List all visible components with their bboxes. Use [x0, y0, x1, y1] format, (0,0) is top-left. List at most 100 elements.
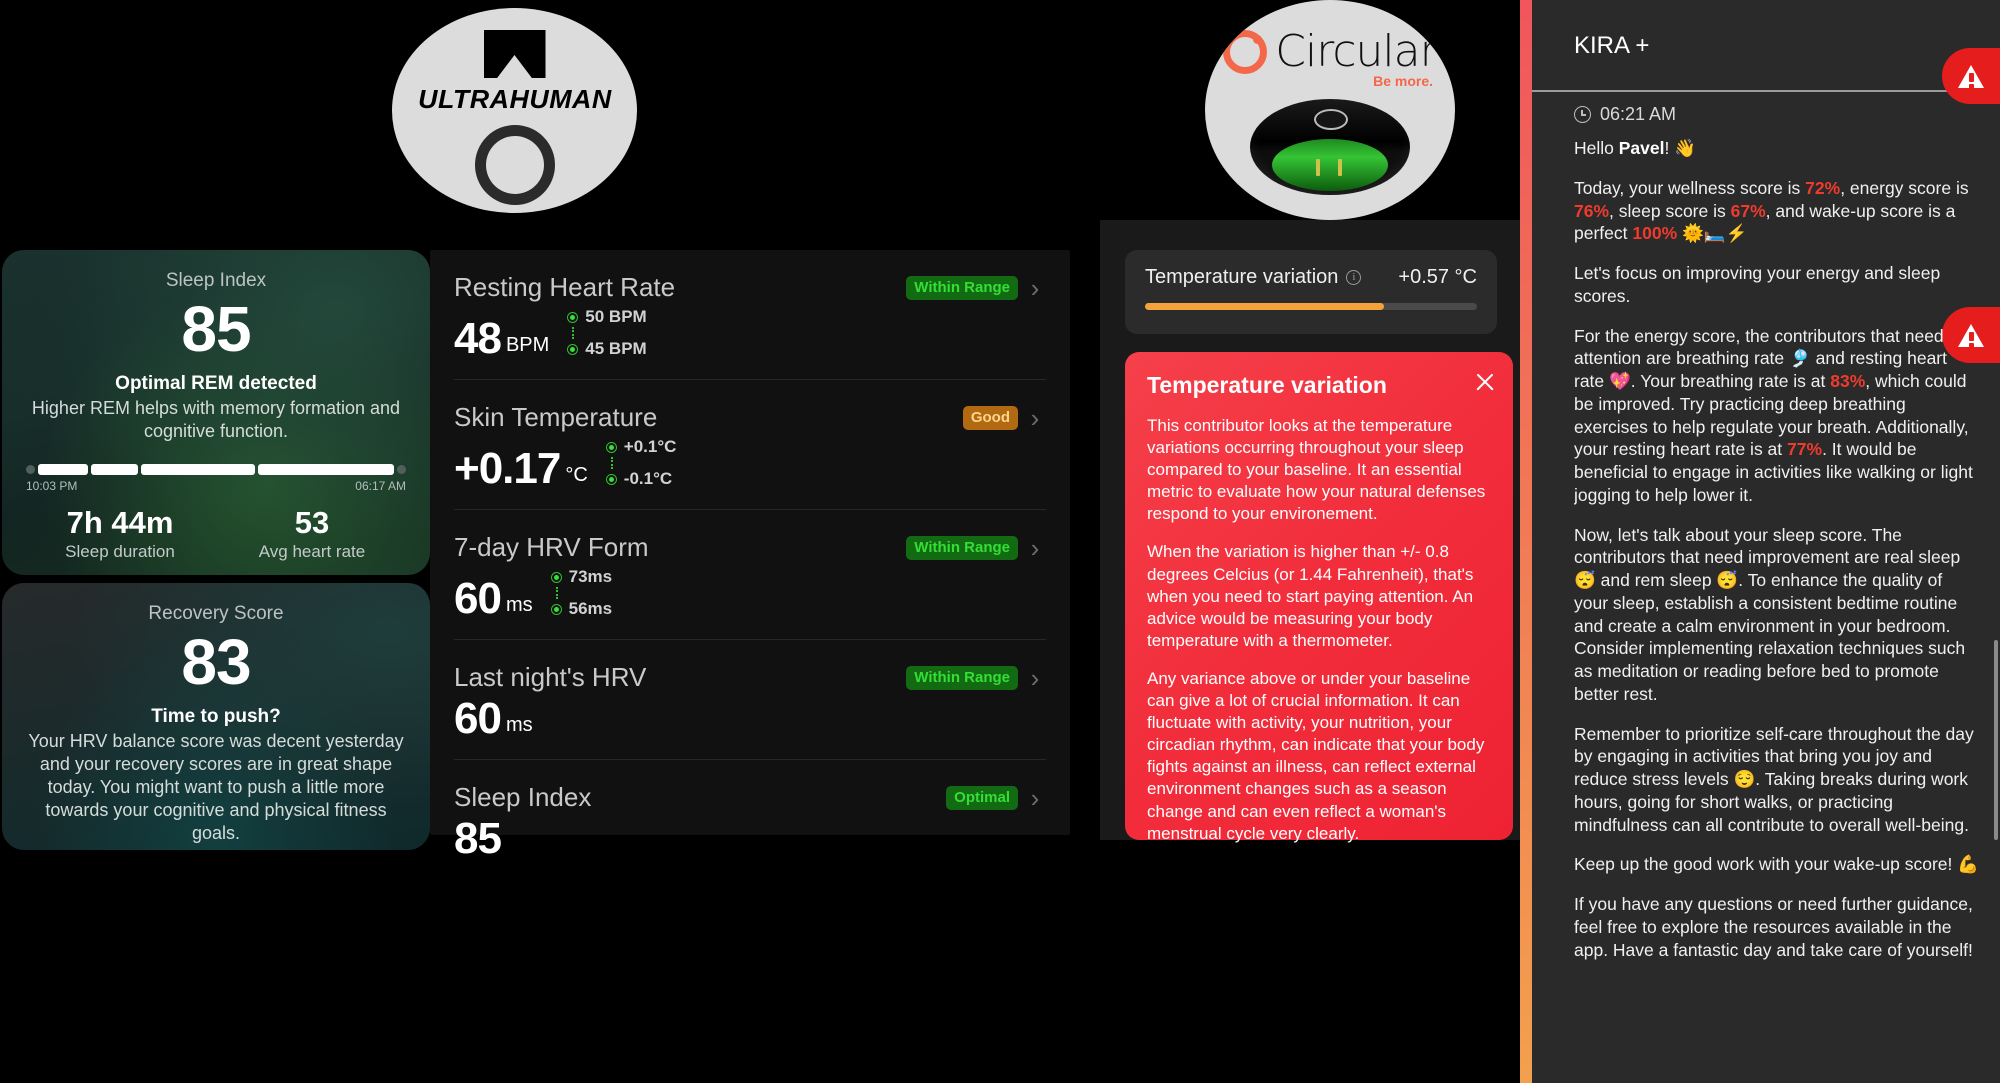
- kira-scrollbar[interactable]: [1994, 640, 1998, 840]
- chevron-right-icon[interactable]: ›: [1024, 665, 1046, 691]
- metric-range-high: 50 BPM: [567, 307, 647, 327]
- range-dot-icon: [550, 571, 562, 583]
- metric-range-low-value: 45 BPM: [585, 339, 647, 358]
- metric-value: +0.17: [454, 444, 561, 493]
- temperature-variation-label: Temperature variation: [1145, 266, 1339, 288]
- status-badge: Good: [962, 405, 1018, 430]
- metric-row-skin-temperature[interactable]: Skin Temperature Good › +0.17 °C +0.1°C …: [454, 380, 1046, 510]
- metric-unit: °C: [565, 464, 588, 486]
- kira-panel: KIRA + 06:21 AM Hello Pavel! 👋 Today, yo…: [1520, 0, 2000, 1083]
- metric-value: 48: [454, 314, 502, 363]
- energy-score: 76%: [1574, 200, 1610, 221]
- metrics-list: Resting Heart Rate Within Range › 48 BPM…: [430, 250, 1070, 861]
- status-badge: Within Range: [906, 665, 1018, 690]
- temperature-info-popup: Temperature variation This contributor l…: [1125, 352, 1513, 843]
- circular-logo: Circular Be more.: [1205, 0, 1455, 220]
- temperature-info-paragraph-1: This contributor looks at the temperatur…: [1147, 416, 1486, 524]
- temperature-progress-fill: [1145, 303, 1385, 310]
- sleep-stats-row: 7h 44m Sleep duration 53 Avg heart rate: [24, 505, 408, 562]
- temperature-info-title: Temperature variation: [1147, 372, 1387, 398]
- screenshot-root: ULTRAHUMAN Circular Be more. Sleep Index…: [0, 0, 2000, 1083]
- ultrahuman-logo: ULTRAHUMAN: [392, 8, 637, 213]
- metric-row-resting-heart-rate[interactable]: Resting Heart Rate Within Range › 48 BPM…: [454, 250, 1046, 380]
- metric-values: +0.17 °C +0.1°C -0.1°C: [454, 437, 1046, 491]
- metric-row-7-day-hrv-form[interactable]: 7-day HRV Form Within Range › 60 ms 73ms…: [454, 510, 1046, 640]
- range-dot-icon: [605, 473, 617, 485]
- metric-range-high-value: 50 BPM: [585, 307, 647, 326]
- metric-name: 7-day HRV Form: [454, 532, 649, 562]
- hypnogram-segment: [257, 463, 394, 475]
- ultrahuman-bow-icon: [483, 30, 546, 78]
- clock-icon: [1574, 106, 1591, 123]
- metric-row-last-nights-hrv[interactable]: Last night's HRV Within Range › 60 ms: [454, 640, 1046, 760]
- info-icon[interactable]: i: [1346, 270, 1362, 285]
- hypnogram-times: 10:03 PM 06:17 AM: [26, 479, 406, 493]
- warning-triangle-icon: [1958, 64, 1984, 88]
- greeting-name: Pavel: [1618, 138, 1665, 158]
- close-icon[interactable]: [1473, 370, 1497, 394]
- scores-text-c: , sleep score is: [1609, 200, 1731, 221]
- greeting-suffix: ! 👋: [1664, 138, 1696, 158]
- metric-values: 85: [454, 817, 1046, 861]
- circular-ring-mark-icon: [1223, 29, 1268, 74]
- avg-heart-rate-stat: 53 Avg heart rate: [216, 505, 408, 562]
- metric-header: Resting Heart Rate Within Range ›: [454, 272, 1046, 303]
- sleep-duration-label: Sleep duration: [65, 542, 175, 562]
- hypnogram-segment: [38, 463, 89, 475]
- temperature-variation-value: +0.57 °C: [1398, 266, 1477, 288]
- avg-heart-rate-label: Avg heart rate: [258, 542, 366, 562]
- recovery-score-card[interactable]: Recovery Score 83 Time to push? Your HRV…: [2, 583, 430, 850]
- chevron-right-icon[interactable]: ›: [1024, 275, 1046, 301]
- metric-range-low-value: -0.1°C: [623, 469, 673, 488]
- recovery-score-headline: Time to push?: [151, 706, 281, 728]
- metric-range-high: 73ms: [550, 567, 613, 587]
- temperature-info-paragraph-3: Any variance above or under your baselin…: [1147, 668, 1485, 843]
- wakeup-score: 100%: [1632, 223, 1678, 244]
- temperature-variation-card[interactable]: Temperature variation i +0.57 °C: [1125, 250, 1497, 334]
- range-connector: [610, 457, 677, 469]
- metric-name: Skin Temperature: [454, 402, 658, 432]
- metric-name: Sleep Index: [454, 782, 592, 812]
- metric-range-low-value: 56ms: [568, 599, 613, 618]
- range-connector: [572, 327, 646, 339]
- metric-range: 50 BPM 45 BPM: [567, 307, 647, 359]
- metric-header: Last night's HRV Within Range ›: [454, 662, 1046, 693]
- sleep-index-headline: Optimal REM detected: [115, 373, 317, 395]
- circular-tagline: Be more.: [1373, 73, 1433, 89]
- scores-text-b: , energy score is: [1840, 177, 1969, 198]
- sleep-start-time: 10:03 PM: [26, 479, 78, 494]
- kira-accent-bar: [1520, 0, 1532, 1083]
- metric-header: 7-day HRV Form Within Range ›: [454, 532, 1046, 563]
- range-dot-icon: [567, 311, 579, 323]
- status-badge: Optimal: [946, 785, 1018, 810]
- recovery-score-value: 83: [181, 626, 251, 698]
- temperature-info-paragraph-2: When the variation is higher than +/- 0.…: [1147, 542, 1474, 650]
- metric-range-low: 45 BPM: [567, 339, 647, 359]
- sleep-index-card[interactable]: Sleep Index 85 Optimal REM detected High…: [2, 250, 430, 575]
- range-connector: [555, 587, 612, 599]
- circular-app-panel: Temperature variation i +0.57 °C Tempera…: [1100, 220, 1520, 843]
- resting-heart-rate-score: 77%: [1787, 439, 1823, 460]
- metric-unit: ms: [505, 714, 533, 736]
- chevron-right-icon[interactable]: ›: [1024, 405, 1046, 431]
- metric-range-high-value: 73ms: [568, 567, 613, 586]
- metric-values: 48 BPM 50 BPM 45 BPM: [454, 307, 1046, 361]
- chevron-right-icon[interactable]: ›: [1024, 785, 1046, 811]
- warning-badge[interactable]: [1942, 48, 2000, 104]
- chevron-right-icon[interactable]: ›: [1024, 535, 1046, 561]
- ultrahuman-wordmark: ULTRAHUMAN: [417, 84, 612, 114]
- kira-focus-paragraph: Let's focus on improving your energy and…: [1574, 263, 1941, 306]
- metric-values: 60 ms: [454, 697, 1046, 741]
- wellness-score: 72%: [1805, 177, 1841, 198]
- kira-title: KIRA +: [1574, 32, 1650, 59]
- ring-contact-pin: [1338, 159, 1342, 176]
- metric-name: Last night's HRV: [454, 662, 647, 692]
- metric-range-low: 56ms: [550, 599, 613, 619]
- range-dot-icon: [550, 603, 562, 615]
- sleep-index-body: Higher REM helps with memory formation a…: [31, 398, 401, 442]
- metric-row-sleep-index[interactable]: Sleep Index Optimal › 85: [454, 760, 1046, 879]
- kira-energy-paragraph: For the energy score, the contributors t…: [1574, 325, 1980, 507]
- metric-header: Skin Temperature Good ›: [454, 402, 1046, 433]
- temperature-card-header: Temperature variation i +0.57 °C: [1145, 266, 1477, 289]
- scores-emoji: 🌞🛏️⚡: [1677, 223, 1748, 244]
